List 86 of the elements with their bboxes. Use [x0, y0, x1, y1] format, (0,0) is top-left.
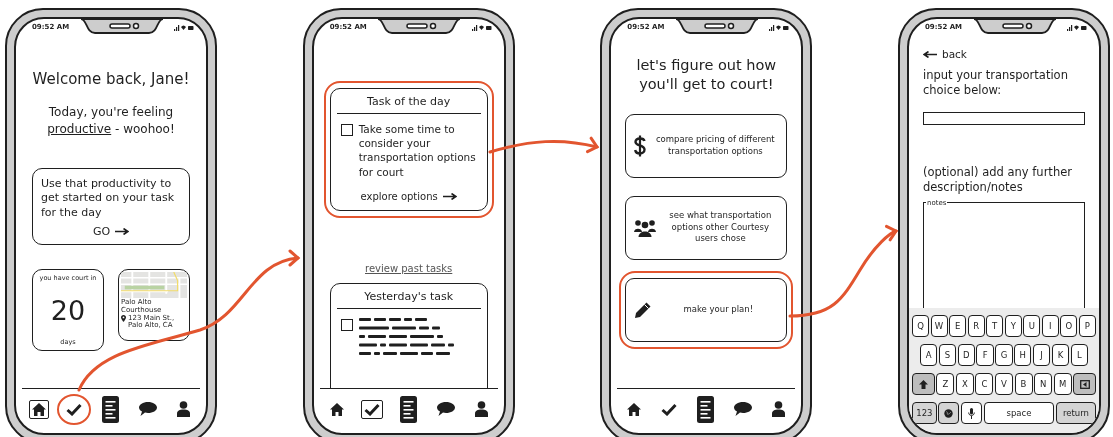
key[interactable]: Y [1004, 315, 1022, 337]
person-icon [474, 401, 488, 417]
card-title: Yesterday's task [336, 283, 481, 309]
globe-icon [944, 408, 954, 418]
countdown-number: 20 [50, 296, 86, 324]
key[interactable]: J [1032, 344, 1051, 366]
option-button[interactable]: make your plan! [625, 277, 788, 342]
go-button[interactable]: GO [92, 225, 130, 239]
explore-button[interactable]: explore options [360, 190, 457, 202]
check-icon [661, 402, 678, 416]
card-title: Task of the day [336, 89, 481, 114]
key[interactable]: P [1078, 315, 1096, 337]
key[interactable]: L [1070, 344, 1088, 366]
chat-bubble-icon [139, 402, 157, 416]
status-icons-drawing [769, 24, 790, 31]
key[interactable]: K [1051, 344, 1070, 366]
mood-link[interactable]: productive [47, 121, 112, 136]
key[interactable]: X [955, 373, 974, 395]
key[interactable]: I [1041, 315, 1059, 337]
key[interactable]: U [1023, 315, 1041, 337]
option-button[interactable]: compare pricing of different transportation options [625, 113, 788, 178]
choice-prompt: input your transportation choice below: [922, 68, 1069, 98]
chat-bubble-icon [734, 402, 753, 416]
key[interactable]: B [1014, 373, 1033, 395]
up-arrow-icon [918, 379, 928, 389]
left-arrow-icon [922, 50, 937, 58]
key[interactable]: return [1055, 402, 1096, 424]
input-field[interactable] [922, 111, 1085, 125]
home-icon [627, 402, 642, 416]
status-icons-drawing [1066, 24, 1087, 31]
chat-bubble-icon [436, 402, 455, 416]
checkbox[interactable] [340, 124, 353, 136]
shift-key[interactable] [911, 373, 935, 395]
home-icon [329, 402, 344, 416]
check-icon [363, 402, 380, 416]
mic-key[interactable] [960, 402, 983, 424]
key[interactable]: N [1034, 373, 1053, 395]
key[interactable]: H [1014, 344, 1032, 366]
home-icon [32, 402, 46, 416]
check-icon [66, 402, 82, 416]
key[interactable]: M [1053, 373, 1072, 395]
key[interactable]: O [1060, 315, 1078, 337]
key[interactable]: Q [911, 315, 929, 337]
review-link[interactable]: review past tasks [365, 262, 453, 274]
key[interactable]: D [957, 344, 975, 366]
key[interactable]: E [949, 315, 967, 337]
key[interactable]: T [986, 315, 1004, 337]
checkbox[interactable] [340, 318, 353, 331]
key[interactable]: R [967, 315, 985, 337]
delete-key[interactable] [1073, 373, 1096, 395]
key[interactable]: V [994, 373, 1013, 395]
back-link[interactable]: back [922, 48, 967, 60]
document-icon [697, 395, 715, 423]
option-button[interactable]: see what transportation options other Courtesy users chose [625, 195, 788, 260]
pencil-icon [634, 300, 653, 319]
dollar-icon [634, 134, 647, 157]
key[interactable]: 123 [911, 402, 937, 424]
key[interactable]: Z [936, 373, 955, 395]
tab-button[interactable] [29, 399, 49, 419]
document-icon [399, 395, 417, 423]
person-icon [772, 401, 786, 417]
key[interactable]: F [976, 344, 994, 366]
tab-button[interactable] [360, 399, 383, 419]
greeting-title: Welcome back, Jane! [32, 70, 190, 88]
prompt-text: Use that productivity to get started on your task for the day [41, 176, 175, 222]
map-pin-icon [121, 314, 126, 322]
document-icon [102, 395, 119, 423]
key[interactable]: A [919, 344, 938, 366]
status-icons-drawing [471, 24, 492, 31]
status-icons-drawing [174, 24, 194, 31]
key[interactable]: W [930, 315, 948, 337]
key[interactable]: G [995, 344, 1013, 366]
right-arrow-icon [115, 228, 130, 236]
key[interactable]: S [938, 344, 957, 366]
globe-key[interactable] [938, 402, 960, 424]
task-text: Take some time to consider your transportation options for court [358, 122, 477, 179]
key[interactable]: space [983, 402, 1055, 424]
right-arrow-icon [442, 192, 457, 200]
key[interactable]: C [975, 373, 994, 395]
microphone-icon [968, 407, 975, 419]
delete-icon [1079, 379, 1090, 389]
screen-title: let's figure out how you'll get to court! [635, 56, 778, 94]
people-group-icon [634, 218, 657, 237]
notes-prompt: (optional) add any further description/notes [922, 164, 1073, 195]
person-icon [177, 401, 190, 417]
mood-text: Today, you're feeling productive - woohoo! [46, 104, 176, 138]
